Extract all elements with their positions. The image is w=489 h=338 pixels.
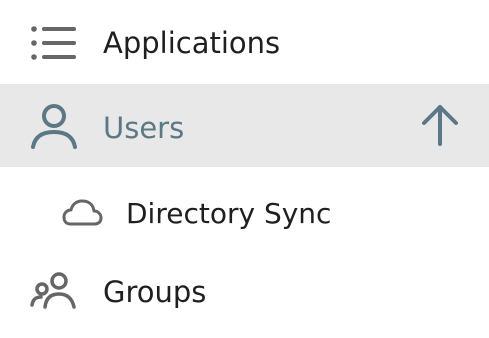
sidebar-item-applications[interactable]: Applications bbox=[0, 0, 489, 84]
sidebar-item-label-users: Users bbox=[103, 111, 185, 145]
user-icon bbox=[30, 102, 78, 152]
sidebar-item-label-groups: Groups bbox=[103, 275, 207, 309]
sidebar-item-users[interactable]: Users bbox=[0, 84, 489, 167]
sidebar-navigation: Applications Users Directory Sync Groups bbox=[0, 0, 489, 338]
sidebar-item-label-directory-sync: Directory Sync bbox=[126, 197, 332, 230]
sidebar-item-groups[interactable]: Groups bbox=[0, 258, 489, 338]
arrow-up-icon[interactable] bbox=[421, 104, 459, 146]
sidebar-item-directory-sync[interactable]: Directory Sync bbox=[0, 167, 489, 258]
list-icon bbox=[30, 24, 78, 62]
sidebar-item-label-applications: Applications bbox=[103, 26, 281, 60]
groups-icon bbox=[30, 271, 78, 311]
cloud-icon bbox=[61, 198, 103, 227]
